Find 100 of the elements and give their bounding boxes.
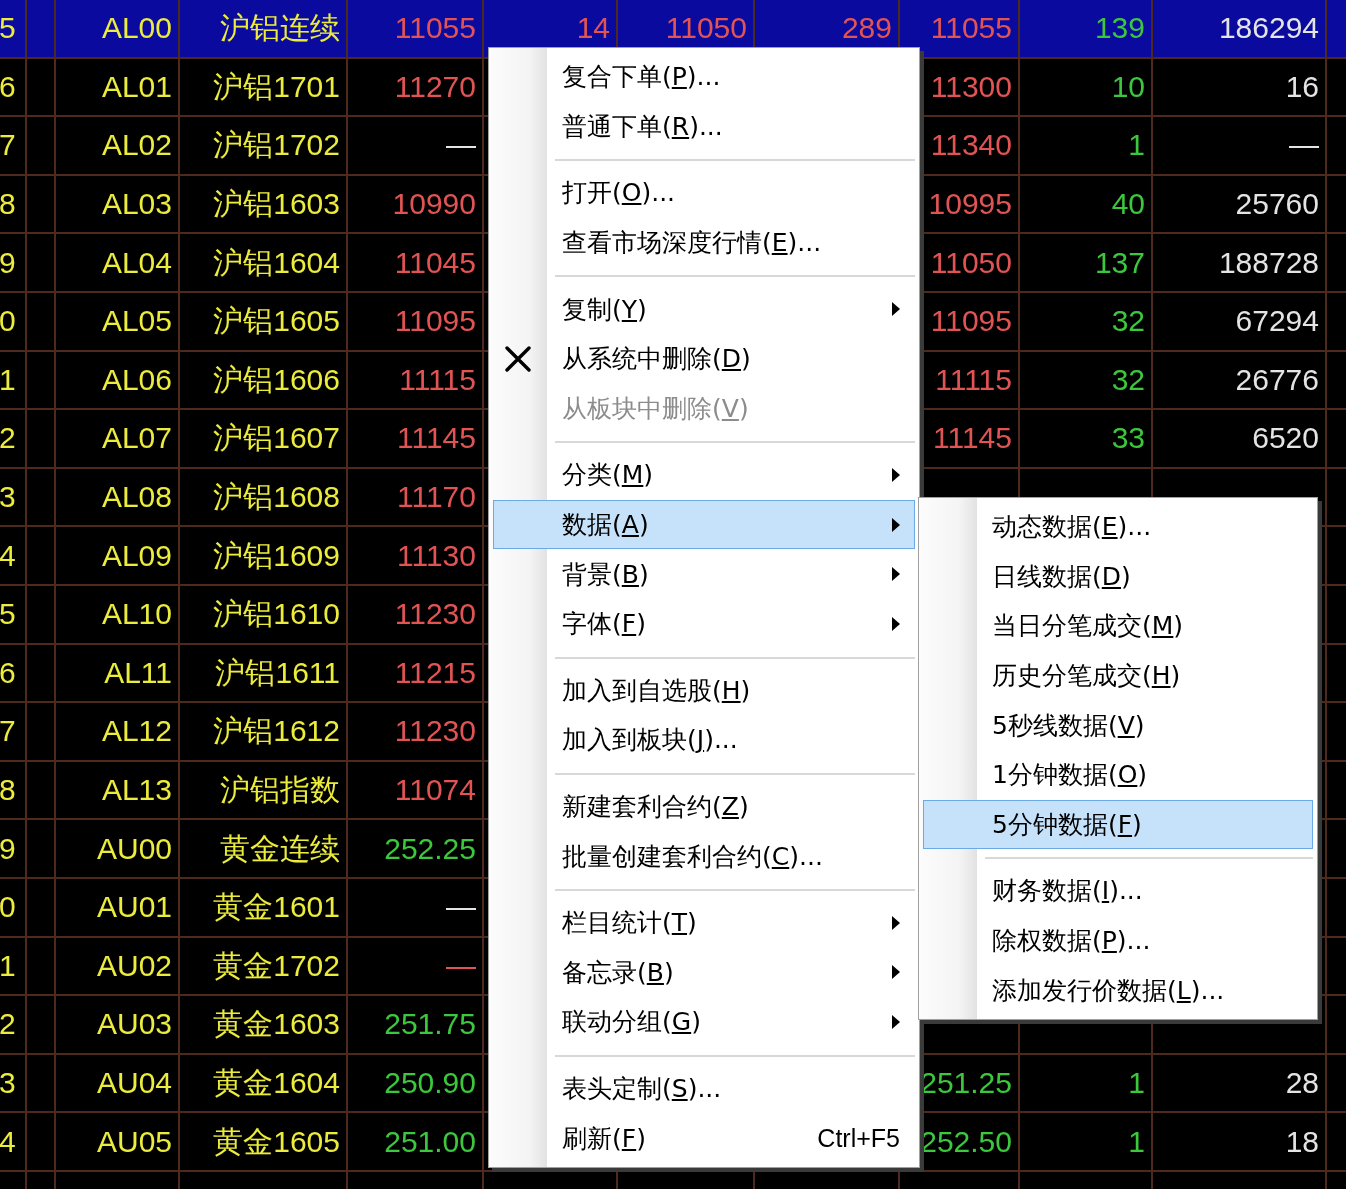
table-cell: 1 xyxy=(1128,1068,1145,1098)
table-cell: AL04 xyxy=(101,247,172,278)
table-cell: 7 xyxy=(0,716,16,747)
table-cell: 3 xyxy=(0,482,16,513)
table-cell: 2 xyxy=(0,1009,16,1040)
table-cell: 黄金1604 xyxy=(213,1068,340,1098)
table-cell: 137 xyxy=(1094,247,1145,278)
table-cell: 11300 xyxy=(930,71,1012,102)
table-cell: 11130 xyxy=(397,540,476,571)
table-cell: 5 xyxy=(0,599,16,630)
table-cell: AL03 xyxy=(101,189,172,220)
table-cell: 8 xyxy=(0,189,16,220)
table-cell: 沪铝1605 xyxy=(213,306,340,337)
table-cell: 40 xyxy=(1111,189,1145,220)
table-cell: 沪铝1701 xyxy=(213,71,340,102)
table-cell: 7 xyxy=(0,130,16,161)
table-cell: 11050 xyxy=(930,247,1012,278)
table-cell: 11050 xyxy=(665,13,747,44)
table-cell: 沪铝1609 xyxy=(213,540,340,571)
table-cell: 67294 xyxy=(1235,306,1319,337)
table-cell: 11055 xyxy=(930,13,1012,44)
table-cell: 251.75 xyxy=(384,1009,476,1040)
table-cell: 251.25 xyxy=(920,1068,1012,1098)
table-cell: 10995 xyxy=(928,189,1012,220)
table-cell: AL12 xyxy=(101,716,172,747)
table-cell: 11230 xyxy=(394,599,476,630)
table-cell: 10 xyxy=(1111,71,1145,102)
table-cell: 9 xyxy=(0,247,16,278)
table-cell: AL08 xyxy=(101,482,172,513)
table-cell: 188728 xyxy=(1218,247,1319,278)
table-cell: 沪铝1610 xyxy=(213,599,340,630)
table-cell: 4 xyxy=(0,540,16,571)
table-cell: 186294 xyxy=(1218,13,1319,44)
table-cell: 11074 xyxy=(394,775,476,805)
table-cell: 黄金1605 xyxy=(213,1126,340,1157)
table-cell: 黄金1601 xyxy=(213,892,340,923)
table-cell: AL13 xyxy=(101,775,172,805)
table-cell: 11230 xyxy=(394,716,476,747)
table-cell: 252.25 xyxy=(384,833,476,864)
table-cell: 黄金1603 xyxy=(213,1009,340,1040)
table-cell: 6 xyxy=(0,657,16,688)
table-cell: 11270 xyxy=(394,71,476,102)
table-cell: 1 xyxy=(0,950,16,981)
table-cell: 1 xyxy=(1128,1126,1145,1157)
table-cell: 11215 xyxy=(394,657,476,688)
table-cell: 3 xyxy=(0,1068,16,1098)
table-cell: AL05 xyxy=(101,306,172,337)
table-cell: AU01 xyxy=(96,892,172,923)
table-cell: 沪铝指数 xyxy=(220,775,340,805)
table-cell: 251.00 xyxy=(384,1126,476,1157)
table-cell: 9 xyxy=(0,833,16,864)
table-cell: 11095 xyxy=(930,306,1012,337)
table-cell: 5 xyxy=(0,13,16,44)
table-cell: 14 xyxy=(576,13,610,44)
table-cell: 11115 xyxy=(399,364,476,395)
table-cell: AU02 xyxy=(96,950,172,981)
table-cell: 32 xyxy=(1111,364,1145,395)
table-cell: 沪铝1603 xyxy=(213,189,340,220)
table-cell: 沪铝1702 xyxy=(213,130,340,161)
table-cell: AU05 xyxy=(96,1126,172,1157)
table-cell: 1 xyxy=(1128,130,1145,161)
table-cell: — xyxy=(446,130,476,161)
table-cell: 4 xyxy=(0,1126,16,1157)
table-cell: 2 xyxy=(0,423,16,454)
table-cell: 沪铝连续 xyxy=(220,13,340,44)
table-cell: 16 xyxy=(1285,71,1319,102)
table-cell: 黄金1702 xyxy=(213,950,340,981)
table-cell: AL01 xyxy=(101,71,172,102)
table-cell: — xyxy=(446,950,476,981)
table-cell: 139 xyxy=(1094,13,1145,44)
table-cell: 11145 xyxy=(397,423,476,454)
table-cell: 8 xyxy=(0,775,16,805)
table-cell: 25760 xyxy=(1235,189,1319,220)
table-cell: 32 xyxy=(1111,306,1145,337)
table-cell: 11145 xyxy=(933,423,1012,454)
table-cell: 黄金连续 xyxy=(220,833,340,864)
table-cell: 0 xyxy=(0,306,16,337)
table-cell: 28 xyxy=(1285,1068,1319,1098)
table-cell: 沪铝1606 xyxy=(213,364,340,395)
table-cell: AU00 xyxy=(96,833,172,864)
table-cell: 11340 xyxy=(930,130,1012,161)
table-cell: AU03 xyxy=(96,1009,172,1040)
table-cell: 11055 xyxy=(394,13,476,44)
table-cell: AL06 xyxy=(101,364,172,395)
table-cell: — xyxy=(1289,130,1319,161)
table-cell: 11115 xyxy=(935,364,1012,395)
table-cell: AU04 xyxy=(96,1068,172,1098)
table-cell: 沪铝1607 xyxy=(213,423,340,454)
table-cell: AL10 xyxy=(101,599,172,630)
table-cell: 0 xyxy=(0,892,16,923)
table-cell: 10990 xyxy=(392,189,476,220)
table-cell: AL00 xyxy=(101,13,172,44)
table-cell: 1 xyxy=(0,364,16,395)
table-cell: 33 xyxy=(1111,423,1145,454)
table-cell: 6 xyxy=(0,71,16,102)
table-cell: 沪铝1608 xyxy=(213,482,340,513)
table-cell: 沪铝1611 xyxy=(215,657,340,688)
table-cell: 11045 xyxy=(394,247,476,278)
table-cell: 沪铝1604 xyxy=(213,247,340,278)
table-cell: 250.90 xyxy=(384,1068,476,1098)
